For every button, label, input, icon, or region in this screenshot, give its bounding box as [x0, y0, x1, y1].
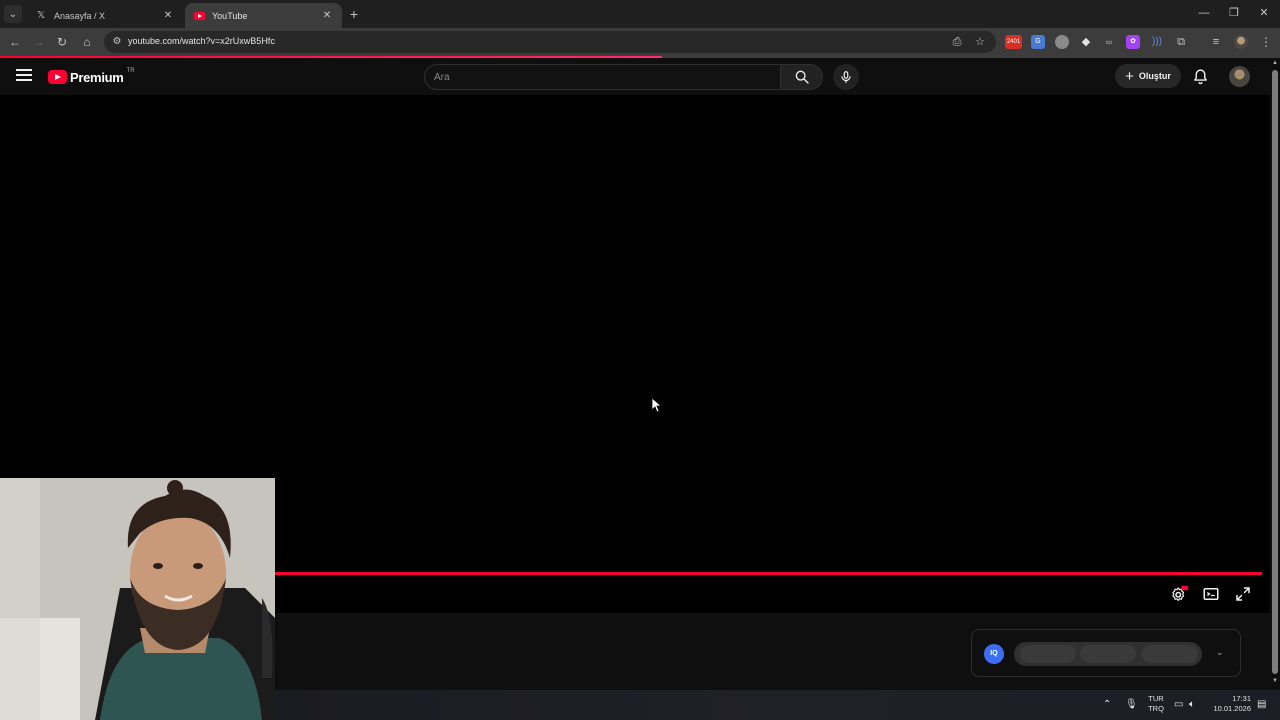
restore-button[interactable]: ❐ — [1226, 5, 1242, 21]
diamond-extension-icon[interactable]: ◆ — [1079, 35, 1093, 49]
purple-extension-icon[interactable]: ✿ — [1126, 35, 1140, 49]
tab-strip: ⌄ 𝕏 Anasayfa / X ✕ YouTube ✕ + — ❐ ✕ — [0, 0, 1280, 28]
create-button[interactable]: + Oluştur — [1115, 64, 1181, 88]
mouse-cursor-icon — [651, 397, 661, 413]
tray-expand-icon[interactable]: ⌃ — [1103, 699, 1111, 710]
search-input[interactable] — [434, 70, 764, 84]
youtube-premium-logo[interactable]: Premium TR — [48, 67, 135, 87]
ext-red-badge-icon[interactable]: 2401 — [1005, 35, 1022, 49]
extension-badge-icon[interactable]: IQ — [984, 644, 1004, 664]
scrollbar-thumb[interactable] — [1272, 70, 1278, 674]
site-info-icon[interactable]: ⚙ — [110, 35, 124, 49]
reload-button[interactable]: ↻ — [54, 34, 70, 50]
input-language-indicator[interactable]: TUR TRQ — [1145, 694, 1167, 714]
bookmark-star-icon[interactable]: ☆ — [973, 35, 987, 49]
grey-extension-icon[interactable] — [1055, 35, 1069, 49]
new-tab-button[interactable]: + — [346, 6, 362, 22]
extension-widget[interactable]: IQ ⌄ — [971, 629, 1241, 677]
forward-button[interactable]: → — [31, 34, 47, 50]
voice-search-button[interactable] — [833, 64, 859, 90]
x-logo-icon: 𝕏 — [36, 10, 46, 21]
glasses-extension-icon[interactable]: ∞ — [1102, 35, 1116, 49]
wave-extension-icon[interactable]: ))) — [1150, 35, 1164, 49]
settings-gear-icon[interactable] — [1170, 585, 1188, 603]
address-url: youtube.com/watch?v=x2rUxwB5Hfc — [128, 36, 275, 46]
microphone-tray-icon[interactable]: 🎙︎ — [1125, 699, 1138, 710]
notifications-bell-icon[interactable] — [1192, 68, 1209, 85]
notification-center-icon[interactable]: ▤ — [1257, 699, 1266, 710]
profile-avatar-icon[interactable] — [1234, 35, 1248, 49]
close-tab-icon[interactable]: ✕ — [320, 9, 334, 23]
hamburger-menu-icon[interactable] — [16, 69, 32, 83]
widget-options-pill[interactable] — [1014, 642, 1202, 666]
plus-icon: + — [1125, 67, 1134, 85]
volume-icon[interactable]: 🔈︎ — [1189, 699, 1195, 710]
tab-youtube[interactable]: YouTube ✕ — [185, 3, 342, 28]
close-tab-icon[interactable]: ✕ — [161, 9, 175, 23]
video-progress-bar[interactable] — [275, 572, 1262, 575]
address-bar[interactable]: ⚙ youtube.com/watch?v=x2rUxwB5Hfc ⎙ ☆ — [104, 31, 996, 53]
minimize-button[interactable]: — — [1196, 5, 1212, 21]
reading-list-icon[interactable]: ≡ — [1209, 35, 1223, 49]
miniplayer-icon[interactable] — [1202, 585, 1220, 603]
scroll-down-icon[interactable]: ▼ — [1271, 678, 1279, 684]
browser-toolbar: ← → ↻ ⌂ ⚙ youtube.com/watch?v=x2rUxwB5Hf… — [0, 28, 1280, 56]
translate-extension-icon[interactable]: G — [1031, 35, 1045, 49]
tab-title: YouTube — [212, 10, 248, 21]
webcam-overlay — [0, 478, 275, 720]
extensions-puzzle-icon[interactable]: ⧉ — [1174, 35, 1188, 49]
webcam-person-image — [0, 478, 275, 720]
search-box — [424, 64, 781, 90]
fullscreen-icon[interactable] — [1234, 585, 1252, 603]
windows-taskbar: ⌃ 🎙︎ TUR TRQ ▭ 🔈︎ 17:31 10.01.2026 ▤ — [275, 690, 1280, 720]
browser-menu-icon[interactable]: ⋮ — [1259, 35, 1273, 49]
microphone-icon — [841, 71, 851, 83]
youtube-play-icon — [48, 70, 67, 84]
chevron-down-icon[interactable]: ⌄ — [1216, 647, 1224, 658]
install-app-icon[interactable]: ⎙ — [950, 35, 964, 49]
search-button[interactable] — [781, 64, 823, 90]
page-scrollbar[interactable]: ▲ ▼ — [1270, 58, 1280, 690]
tab-search-button[interactable]: ⌄ — [4, 5, 22, 23]
account-avatar[interactable] — [1229, 66, 1250, 87]
chevron-down-icon: ⌄ — [8, 8, 18, 20]
home-button[interactable]: ⌂ — [79, 34, 95, 50]
close-window-button[interactable]: ✕ — [1256, 5, 1272, 21]
back-button[interactable]: ← — [7, 34, 23, 50]
search-icon — [795, 70, 809, 84]
scroll-up-icon[interactable]: ▲ — [1271, 60, 1279, 66]
taskbar-clock[interactable]: 17:31 10.01.2026 — [1209, 694, 1251, 714]
youtube-icon — [193, 10, 205, 22]
network-icon[interactable]: ▭ — [1174, 699, 1183, 710]
youtube-masthead: Premium TR + Oluştur — [0, 58, 1270, 95]
tab-x-home[interactable]: 𝕏 Anasayfa / X ✕ — [27, 3, 183, 28]
tab-title: Anasayfa / X — [54, 10, 106, 21]
